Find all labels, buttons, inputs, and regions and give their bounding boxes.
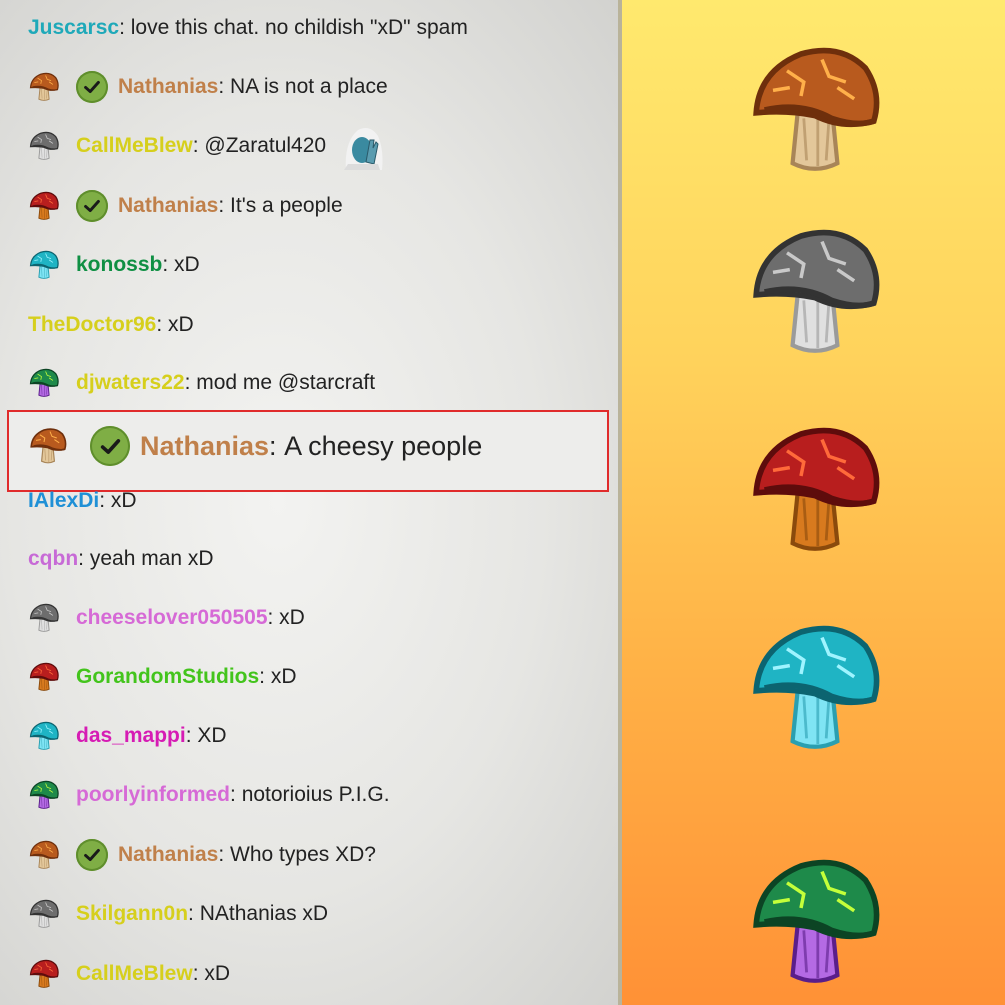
chat-username[interactable]: cheeselover050505 <box>76 606 268 630</box>
mushroom-gray-icon <box>28 602 60 634</box>
mushroom-red-icon <box>28 661 60 693</box>
chat-username[interactable]: GorandomStudios <box>76 665 259 689</box>
mushroom-red-icon <box>745 420 885 560</box>
username-separator: : <box>192 134 205 157</box>
chat-message: TheDoctor96: xD <box>28 305 194 345</box>
username-separator: : <box>230 783 242 806</box>
chat-message-text: A cheesy people <box>284 430 483 461</box>
chat-message-text: It's a people <box>230 194 343 217</box>
chat-username[interactable]: Nathanias <box>140 431 269 462</box>
highlighted-message: Nathanias: A cheesy people <box>28 426 482 466</box>
mushroom-orange-icon <box>28 426 68 466</box>
mushroom-green-icon <box>745 852 885 992</box>
chat-message-text: xD <box>270 665 297 688</box>
chat-message: poorlyinformed: notorioius P.I.G. <box>28 775 390 815</box>
mushroom-orange-icon <box>28 839 60 871</box>
mushroom-red-icon <box>28 190 60 222</box>
chat-message: CallMeBlew: xD <box>28 954 230 994</box>
verified-check-icon <box>76 839 108 871</box>
mushroom-green-icon <box>28 367 60 399</box>
chat-message-text: NA is not a place <box>230 75 388 98</box>
username-separator: : <box>218 194 231 217</box>
mushroom-teal-icon <box>28 249 60 281</box>
chat-username[interactable]: Nathanias <box>118 75 218 99</box>
chat-message: konossb: xD <box>28 245 200 285</box>
chat-username[interactable]: IAlexDi <box>28 489 99 513</box>
username-separator: : <box>185 724 198 747</box>
username-separator: : <box>269 430 285 461</box>
chat-username[interactable]: Juscarsc <box>28 16 119 40</box>
mushroom-green-icon <box>28 779 60 811</box>
mushroom-teal-icon <box>28 720 60 752</box>
chat-message-text: @Zaratul420 <box>204 134 327 157</box>
username-separator: : <box>156 313 169 336</box>
mushroom-teal-icon <box>745 618 885 758</box>
mushroom-red-icon <box>28 958 60 990</box>
chat-username[interactable]: das_mappi <box>76 724 186 748</box>
chat-username[interactable]: djwaters22 <box>76 371 185 395</box>
chat-message: djwaters22: mod me @starcraft <box>28 363 375 403</box>
chat-message-text: XD <box>197 724 227 747</box>
verified-check-icon <box>76 190 108 222</box>
facepalm-emote <box>336 120 388 172</box>
mushroom-orange-icon <box>745 40 885 180</box>
chat-message: Nathanias: Who types XD? <box>28 835 376 875</box>
chat-message: Skilgann0n: NAthanias xD <box>28 894 328 934</box>
chat-username[interactable]: Skilgann0n <box>76 902 188 926</box>
chat-panel[interactable]: Juscarsc: love this chat. no childish "x… <box>0 0 618 1005</box>
chat-username[interactable]: TheDoctor96 <box>28 313 156 337</box>
chat-message: cheeselover050505: xD <box>28 598 305 638</box>
chat-message-text: xD <box>168 313 194 336</box>
chat-message: Nathanias: It's a people <box>28 186 343 226</box>
chat-message-text: xD <box>110 489 137 512</box>
username-separator: : <box>267 606 280 629</box>
chat-message-text: xD <box>279 606 305 629</box>
username-separator: : <box>188 902 200 925</box>
username-separator: : <box>184 371 197 394</box>
chat-message: CallMeBlew: @Zaratul420 <box>28 126 388 170</box>
chat-message-text: xD <box>204 962 231 985</box>
verified-check-icon <box>76 71 108 103</box>
mushroom-orange-icon <box>28 71 60 103</box>
chat-message-text: notorioius P.I.G. <box>241 783 390 806</box>
chat-message-text: xD <box>174 253 200 276</box>
username-separator: : <box>78 547 90 570</box>
mushroom-gray-icon <box>28 130 60 162</box>
chat-message-text: love this chat. no childish "xD" spam <box>130 16 468 39</box>
username-separator: : <box>162 253 175 276</box>
chat-message: Nathanias: NA is not a place <box>28 67 388 107</box>
verified-check-icon <box>90 426 130 466</box>
username-separator: : <box>218 75 231 98</box>
chat-username[interactable]: cqbn <box>28 547 78 571</box>
chat-message-text: Who types XD? <box>230 843 376 866</box>
chat-username[interactable]: Nathanias <box>118 194 218 218</box>
chat-message: Juscarsc: love this chat. no childish "x… <box>28 8 468 48</box>
mushroom-gray-icon <box>745 222 885 362</box>
badge-showcase-panel <box>622 0 1005 1005</box>
username-separator: : <box>259 665 271 688</box>
username-separator: : <box>99 489 111 512</box>
mushroom-gray-icon <box>28 898 60 930</box>
chat-message: cqbn: yeah man xD <box>28 539 214 579</box>
chat-message: IAlexDi: xD <box>28 481 137 521</box>
chat-username[interactable]: konossb <box>76 253 162 277</box>
chat-message: GorandomStudios: xD <box>28 657 297 697</box>
chat-username[interactable]: CallMeBlew <box>76 134 193 158</box>
username-separator: : <box>218 843 231 866</box>
chat-message: das_mappi: XD <box>28 716 227 756</box>
chat-username[interactable]: CallMeBlew <box>76 962 193 986</box>
chat-message-text: mod me @starcraft <box>196 371 376 394</box>
chat-username[interactable]: Nathanias <box>118 843 218 867</box>
username-separator: : <box>192 962 205 985</box>
chat-username[interactable]: poorlyinformed <box>76 783 230 807</box>
username-separator: : <box>119 16 131 39</box>
chat-message-text: yeah man xD <box>89 547 214 570</box>
chat-message-text: NAthanias xD <box>199 902 329 925</box>
